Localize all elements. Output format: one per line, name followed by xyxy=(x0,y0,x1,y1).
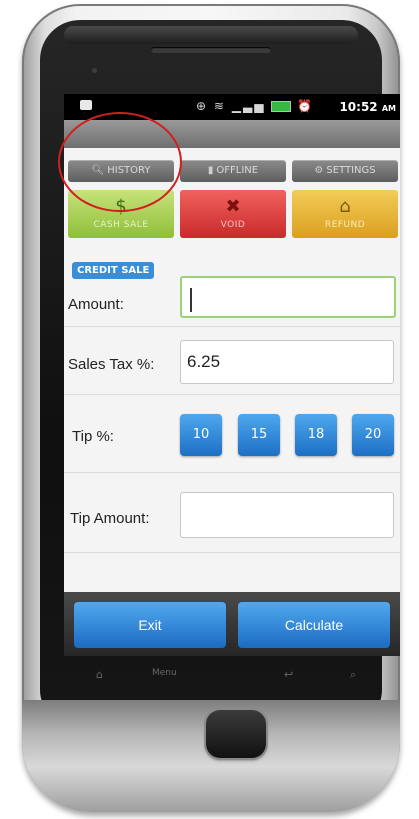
credit-sale-badge: CREDIT SALE xyxy=(72,262,155,279)
signal-icon: ▁▃▅ xyxy=(231,99,266,113)
trackpad-button[interactable] xyxy=(206,710,266,758)
calculate-button[interactable]: Calculate xyxy=(238,602,390,648)
earpiece-speaker xyxy=(151,47,271,53)
tip-amount-input[interactable] xyxy=(180,492,394,538)
void-button[interactable]: ✖ VOID xyxy=(180,190,286,238)
close-icon: ✖ xyxy=(225,196,241,217)
tip-15-button[interactable]: 15 xyxy=(238,414,280,456)
wifi-icon: ≋ xyxy=(213,99,226,113)
search-key-icon[interactable]: ⌕ xyxy=(350,668,356,682)
offline-icon: ▮ xyxy=(207,165,214,176)
divider xyxy=(64,394,400,395)
text-cursor xyxy=(190,288,192,312)
settings-button[interactable]: ⚙ SETTINGS xyxy=(292,160,398,182)
sales-tax-input[interactable]: 6.25 xyxy=(180,340,394,384)
refund-button[interactable]: ⌂ REFUND xyxy=(292,190,398,238)
tip-10-button[interactable]: 10 xyxy=(180,414,222,456)
annotation-circle xyxy=(58,112,182,212)
battery-icon xyxy=(271,101,292,112)
notification-icon xyxy=(80,100,92,110)
exit-button[interactable]: Exit xyxy=(74,602,226,648)
home-key-icon[interactable]: ⌂ xyxy=(96,668,103,681)
gps-icon: ⊕ xyxy=(196,99,209,113)
home-icon: ⌂ xyxy=(339,196,351,217)
alarm-icon: ⏰ xyxy=(297,99,315,113)
divider xyxy=(64,552,400,553)
tip-18-button[interactable]: 18 xyxy=(295,414,337,456)
phone-top-strip xyxy=(64,26,358,44)
status-icons: ⊕ ≋ ▁▃▅ ⏰ xyxy=(196,99,314,113)
tip-label: Tip %: xyxy=(72,428,114,445)
amount-label: Amount: xyxy=(68,296,124,313)
back-key-icon[interactable]: ↩ xyxy=(284,668,293,681)
gear-icon: ⚙ xyxy=(314,165,324,176)
menu-key[interactable]: Menu xyxy=(152,668,177,678)
sales-tax-label: Sales Tax %: xyxy=(68,356,155,373)
tip-20-button[interactable]: 20 xyxy=(352,414,394,456)
divider xyxy=(64,326,400,327)
divider xyxy=(64,472,400,473)
hardware-softkeys: ⌂ Menu ↩ ⌕ xyxy=(64,660,400,690)
tip-amount-label: Tip Amount: xyxy=(70,510,150,527)
amount-input[interactable] xyxy=(180,276,396,318)
status-time: 10:52 AM xyxy=(339,100,396,114)
offline-button[interactable]: ▮ OFFLINE xyxy=(180,160,286,182)
front-camera xyxy=(92,68,97,73)
